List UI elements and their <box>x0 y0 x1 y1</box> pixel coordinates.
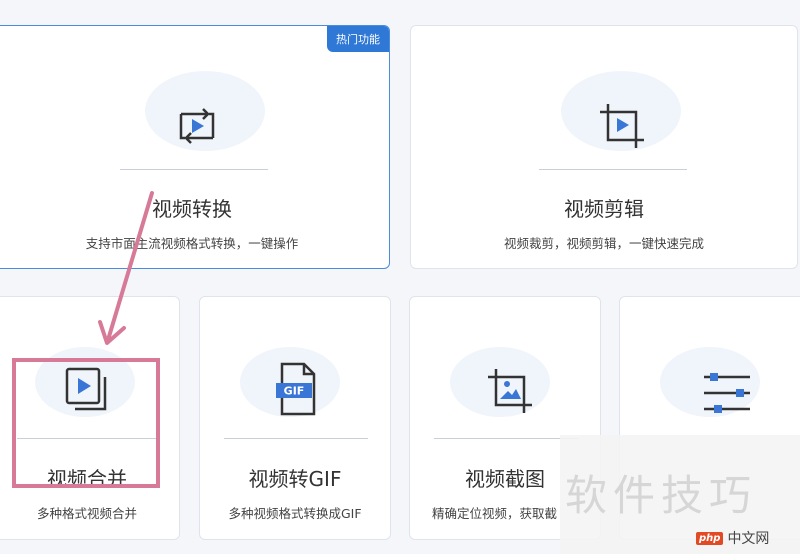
video-convert-icon <box>173 102 221 154</box>
card-description: 多种视频格式转换成GIF <box>228 506 362 521</box>
divider <box>224 438 368 439</box>
php-site-name: 中文网 <box>727 531 770 547</box>
card-title: 视频剪辑 <box>564 197 644 221</box>
video-crop-icon <box>596 100 648 156</box>
php-mark: php <box>696 531 724 545</box>
video-to-gif-card[interactable]: GIF 视频转GIF 多种视频格式转换成GIF <box>199 296 391 540</box>
card-description: 视频裁剪，视频剪辑，一键快速完成 <box>503 236 704 251</box>
divider <box>17 438 159 439</box>
video-convert-card[interactable]: 热门功能 视频转换 支持市面主流视频格式转换，一键操作 <box>0 25 390 269</box>
card-description: 多种格式视频合并 <box>36 506 137 521</box>
card-title: 视频转换 <box>152 197 232 221</box>
video-merge-icon <box>63 365 113 421</box>
card-title: 视频合并 <box>47 467 127 491</box>
divider <box>434 438 578 439</box>
video-screenshot-icon <box>484 365 536 421</box>
sliders-icon <box>702 369 752 421</box>
divider <box>120 169 268 170</box>
gif-label: GIF <box>284 385 305 398</box>
card-title: 视频转GIF <box>248 467 342 491</box>
video-merge-card[interactable]: 视频合并 多种格式视频合并 <box>0 296 180 540</box>
watermark-text: 软件技巧 <box>565 471 758 520</box>
php-logo: php 中文网 <box>696 528 769 548</box>
divider <box>539 169 687 170</box>
gif-file-icon: GIF <box>274 361 320 421</box>
card-description: 支持市面主流视频格式转换，一键操作 <box>85 236 299 251</box>
video-edit-card[interactable]: 视频剪辑 视频裁剪，视频剪辑，一键快速完成 <box>410 25 798 269</box>
hot-feature-badge: 热门功能 <box>327 26 389 52</box>
